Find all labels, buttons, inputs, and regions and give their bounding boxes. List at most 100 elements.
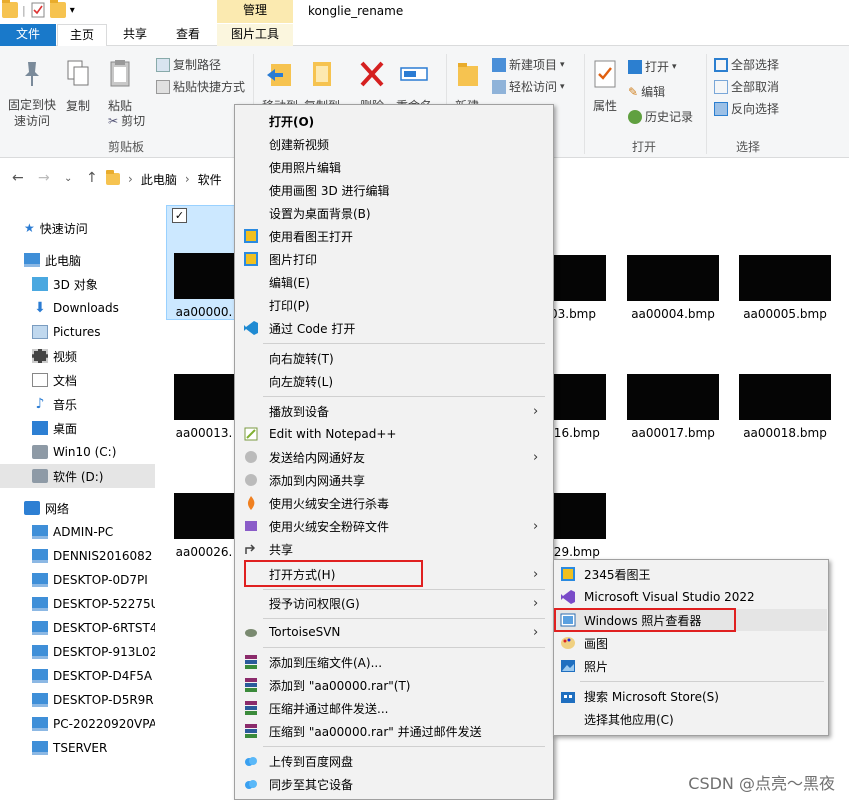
computer-icon bbox=[32, 573, 48, 587]
paste-shortcut-button[interactable]: 粘贴快捷方式 bbox=[156, 78, 245, 95]
easy-access-button[interactable]: 轻松访问 ▾ bbox=[492, 78, 565, 95]
sidebar-item-this-pc[interactable]: 此电脑 bbox=[0, 248, 155, 272]
file-item[interactable]: aa00000. bbox=[174, 253, 234, 319]
menu-item-notepadpp[interactable]: Edit with Notepad++ bbox=[235, 423, 553, 445]
file-item[interactable]: aa00026. bbox=[174, 493, 234, 559]
menu-item-huorong-scan[interactable]: 使用火绒安全进行杀毒 bbox=[235, 492, 553, 514]
select-all-button[interactable]: 全部选择 bbox=[714, 56, 779, 73]
sidebar-item-network-pc[interactable]: PC-20220920VPA bbox=[0, 712, 155, 736]
computer-icon bbox=[32, 525, 48, 539]
menu-item-cast-to-device[interactable]: 播放到设备 › bbox=[235, 400, 553, 422]
menu-item-rotate-left[interactable]: 向左旋转(L) bbox=[235, 370, 553, 392]
file-item[interactable]: aa00004.bmp bbox=[627, 255, 719, 321]
sidebar-item-network-pc[interactable]: DESKTOP-6RTST4 bbox=[0, 616, 155, 640]
menu-item-edit[interactable]: 编辑(E) bbox=[235, 271, 553, 293]
menu-item-share[interactable]: 共享 bbox=[235, 538, 553, 560]
menu-item-edit-photos[interactable]: 使用照片编辑 bbox=[235, 156, 553, 178]
file-item[interactable]: aa00017.bmp bbox=[627, 374, 719, 440]
sidebar-item-network-pc[interactable]: DESKTOP-913L02 bbox=[0, 640, 155, 664]
menu-separator bbox=[263, 746, 545, 747]
breadcrumb[interactable]: › 此电脑 › 软件 bbox=[106, 167, 222, 191]
recent-dropdown-icon[interactable]: ⌄ bbox=[64, 173, 72, 184]
file-item[interactable]: aa00013. bbox=[174, 374, 234, 440]
submenu-item-choose-app[interactable]: 选择其他应用(C) bbox=[554, 708, 828, 730]
sidebar-item-desktop[interactable]: 桌面 bbox=[0, 416, 155, 440]
menu-item-compress-rar-email[interactable]: 压缩到 "aa00000.rar" 并通过邮件发送 bbox=[235, 720, 553, 742]
menu-item-set-wallpaper[interactable]: 设置为桌面背景(B) bbox=[235, 202, 553, 224]
tab-view[interactable]: 查看 bbox=[163, 24, 213, 46]
paste-button[interactable]: 粘贴 bbox=[104, 58, 136, 114]
winrar-icon bbox=[245, 678, 257, 692]
forward-arrow-icon[interactable]: → bbox=[38, 170, 50, 186]
menu-item-baidu-upload[interactable]: 上传到百度网盘 bbox=[235, 750, 553, 772]
new-item-button[interactable]: 新建项目 ▾ bbox=[492, 56, 565, 73]
menu-item-print-picture[interactable]: 图片打印 bbox=[235, 248, 553, 270]
tab-share[interactable]: 共享 bbox=[110, 24, 160, 46]
history-button[interactable]: 历史记录 bbox=[628, 108, 693, 125]
file-item[interactable]: aa00005.bmp bbox=[739, 255, 831, 321]
submenu-item-2345[interactable]: 2345看图王 bbox=[554, 563, 828, 585]
submenu-item-store-search[interactable]: 搜索 Microsoft Store(S) bbox=[554, 685, 828, 707]
menu-item-open-vscode[interactable]: 通过 Code 打开 bbox=[235, 317, 553, 339]
properties-check-icon[interactable] bbox=[30, 2, 46, 18]
menu-item-paint3d[interactable]: 使用画图 3D 进行编辑 bbox=[235, 179, 553, 201]
open-button[interactable]: 打开 ▾ bbox=[628, 58, 677, 75]
cut-button[interactable]: ✂ 剪切 bbox=[108, 112, 145, 129]
menu-item-compress-email[interactable]: 压缩并通过邮件发送... bbox=[235, 697, 553, 719]
menu-item-create-video[interactable]: 创建新视频 bbox=[235, 133, 553, 155]
menu-item-add-lan-share[interactable]: 添加到内网通共享 bbox=[235, 469, 553, 491]
select-none-button[interactable]: 全部取消 bbox=[714, 78, 779, 95]
image-thumbnail bbox=[174, 374, 234, 420]
menu-item-send-lan-friend[interactable]: 发送给内网通好友 › bbox=[235, 446, 553, 468]
properties-button[interactable]: 属性 bbox=[590, 58, 620, 114]
sidebar-item-documents[interactable]: 文档 bbox=[0, 368, 155, 392]
checkbox-icon[interactable]: ✓ bbox=[172, 208, 187, 223]
sidebar-item-3d-objects[interactable]: 3D 对象 bbox=[0, 272, 155, 296]
qat-dropdown-icon[interactable]: ▾ bbox=[70, 5, 75, 16]
sidebar-item-network-pc[interactable]: DENNIS2016082 bbox=[0, 544, 155, 568]
edit-button[interactable]: ✎ 编辑 bbox=[628, 83, 665, 100]
sidebar-item-network-pc[interactable]: DESKTOP-D4F5A bbox=[0, 664, 155, 688]
sidebar-item-network-pc[interactable]: ADMIN-PC bbox=[0, 520, 155, 544]
sidebar-item-drive-d[interactable]: 软件 (D:) bbox=[0, 464, 155, 488]
menu-item-sync-devices[interactable]: 同步至其它设备 bbox=[235, 773, 553, 795]
invert-selection-button[interactable]: 反向选择 bbox=[714, 100, 779, 117]
sidebar-item-videos[interactable]: 视频 bbox=[0, 344, 155, 368]
pin-to-quick-access-button[interactable]: 固定到快 速访问 bbox=[6, 58, 58, 129]
sidebar-item-network[interactable]: 网络 bbox=[0, 496, 155, 520]
tab-picture-tools[interactable]: 图片工具 bbox=[217, 24, 293, 46]
menu-item-tortoisesvn[interactable]: TortoiseSVN › bbox=[235, 621, 553, 643]
back-arrow-icon[interactable]: ← bbox=[12, 170, 24, 186]
submenu-item-visual-studio[interactable]: Microsoft Visual Studio 2022 bbox=[554, 586, 828, 608]
file-item[interactable]: aa00018.bmp bbox=[739, 374, 831, 440]
sidebar-item-network-pc[interactable]: TSERVER bbox=[0, 736, 155, 760]
sidebar-item-network-pc[interactable]: DESKTOP-D5R9R bbox=[0, 688, 155, 712]
sidebar-item-downloads[interactable]: ⬇ Downloads bbox=[0, 296, 155, 320]
folder-icon[interactable] bbox=[2, 0, 18, 18]
menu-item-add-rar[interactable]: 添加到 "aa00000.rar"(T) bbox=[235, 674, 553, 696]
breadcrumb-item[interactable]: 软件 bbox=[198, 171, 222, 188]
submenu-item-paint[interactable]: 画图 bbox=[554, 632, 828, 654]
menu-item-add-archive[interactable]: 添加到压缩文件(A)... bbox=[235, 651, 553, 673]
tab-file[interactable]: 文件 bbox=[0, 24, 56, 46]
menu-item-grant-access[interactable]: 授予访问权限(G) › bbox=[235, 592, 553, 614]
sidebar-item-network-pc[interactable]: DESKTOP-0D7PI bbox=[0, 568, 155, 592]
sidebar-item-pictures[interactable]: Pictures bbox=[0, 320, 155, 344]
tab-home[interactable]: 主页 bbox=[57, 24, 107, 47]
submenu-item-photos[interactable]: 照片 bbox=[554, 655, 828, 677]
copy-button[interactable]: 复制 bbox=[62, 58, 94, 114]
sidebar-item-network-pc[interactable]: DESKTOP-52275U bbox=[0, 592, 155, 616]
breadcrumb-item[interactable]: 此电脑 bbox=[141, 171, 177, 188]
menu-item-huorong-shred[interactable]: 使用火绒安全粉碎文件 › bbox=[235, 515, 553, 537]
menu-item-open-2345[interactable]: 使用看图王打开 bbox=[235, 225, 553, 247]
menu-item-rotate-right[interactable]: 向右旋转(T) bbox=[235, 347, 553, 369]
sidebar-item-drive-c[interactable]: Win10 (C:) bbox=[0, 440, 155, 464]
file-explorer-window: | ▾ 管理 konglie_rename 文件 主页 共享 查看 图片工具 固… bbox=[0, 0, 849, 800]
menu-item-open[interactable]: 打开(O) bbox=[235, 110, 553, 132]
menu-item-print[interactable]: 打印(P) bbox=[235, 294, 553, 316]
sidebar-item-quick-access[interactable]: ★ 快速访问 bbox=[0, 216, 155, 240]
new-folder-icon[interactable] bbox=[49, 0, 66, 18]
up-arrow-icon[interactable]: ↑ bbox=[86, 170, 98, 186]
sidebar-item-music[interactable]: ♪ 音乐 bbox=[0, 392, 155, 416]
copy-path-button[interactable]: 复制路径 bbox=[156, 56, 221, 73]
